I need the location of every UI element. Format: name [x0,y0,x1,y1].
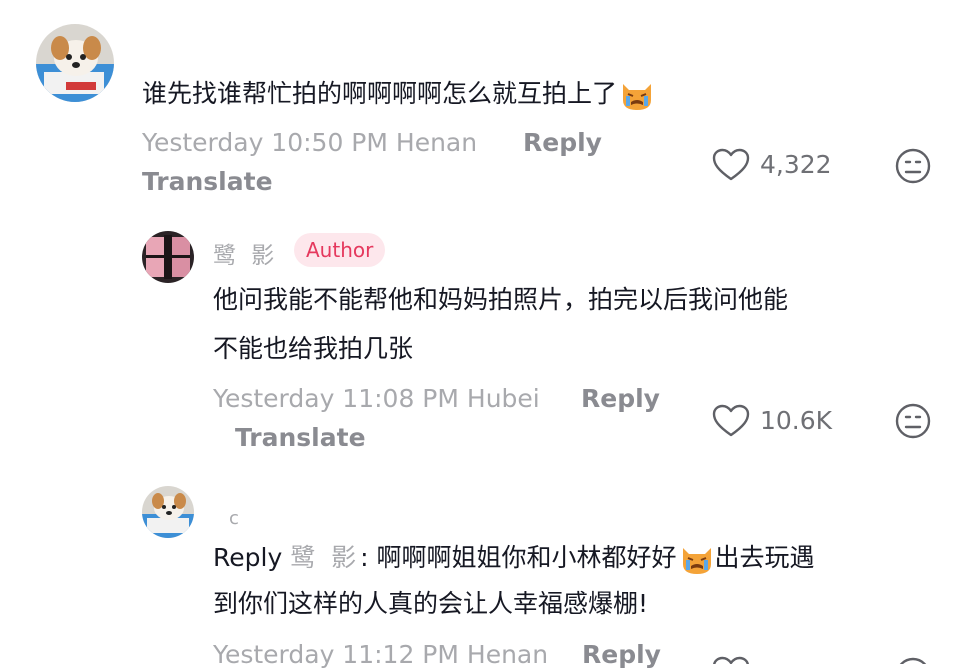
reply-meta: Yesterday 11:08 PM Hubei [213,384,540,413]
reply-text-line-2: 不能也给我拍几张 [213,334,414,363]
commenter-avatar[interactable] [36,24,114,102]
like-count: 10.6K [760,406,833,435]
crying-cat-icon [619,78,655,112]
pink-room-avatar-icon [142,231,194,283]
author-avatar[interactable] [142,231,194,283]
like-button[interactable]: 10.6K [712,402,852,442]
replier-avatar[interactable] [142,486,194,538]
heart-outline-icon [712,148,750,181]
dislike-button[interactable] [894,402,934,442]
like-count: 4,322 [760,150,832,179]
author-badge: Author [294,233,386,267]
neutral-face-icon [895,148,931,184]
neutral-face-icon [895,403,931,439]
dislike-button[interactable] [894,147,934,187]
comment-text-content: 谁先找谁帮忙拍的啊啊啊啊怎么就互拍上了 [142,79,618,108]
reply-text-line-1: 他问我能不能帮他和妈妈拍照片，拍完以后我问他能 [213,285,789,314]
like-button[interactable]: 4,322 [712,146,842,186]
reply-text-line-2: 到你们这样的人真的会让人幸福感爆棚! [213,589,649,618]
reply-button[interactable]: Reply [523,128,602,157]
heart-outline-icon [712,404,750,437]
reply-button[interactable]: Reply [581,384,660,413]
reply-text-line-1: Reply 鹭 影: 啊啊啊姐姐你和小林都好好 出去玩遇 [213,542,815,576]
dislike-button[interactable] [894,656,934,664]
translate-button[interactable]: Translate [142,167,273,196]
reply-username[interactable]: 鹭 影 [213,236,278,270]
corgi-dog-avatar-icon [36,24,114,102]
crying-cat-icon [679,542,715,576]
neutral-face-icon [899,657,927,664]
reply-button[interactable]: Reply [582,640,661,669]
reply-prefix: Reply [213,543,283,572]
reply-meta: Yesterday 11:12 PM Henan [213,640,549,669]
reply-text-tail: 出去玩遇 [714,543,815,572]
translate-button[interactable]: Translate [235,423,366,452]
comment-text: 谁先找谁帮忙拍的啊啊啊啊怎么就互拍上了 [142,78,655,112]
corgi-dog-avatar-icon [142,486,194,538]
reply-text-content: : 啊啊啊姐姐你和小林都好好 [360,543,677,572]
reply-username[interactable]: c [229,508,239,529]
comment-meta: Yesterday 10:50 PM Henan [142,128,478,157]
heart-outline-icon [713,656,749,664]
mention-username[interactable]: 鹭 影 [290,543,360,572]
like-button[interactable] [712,656,752,664]
